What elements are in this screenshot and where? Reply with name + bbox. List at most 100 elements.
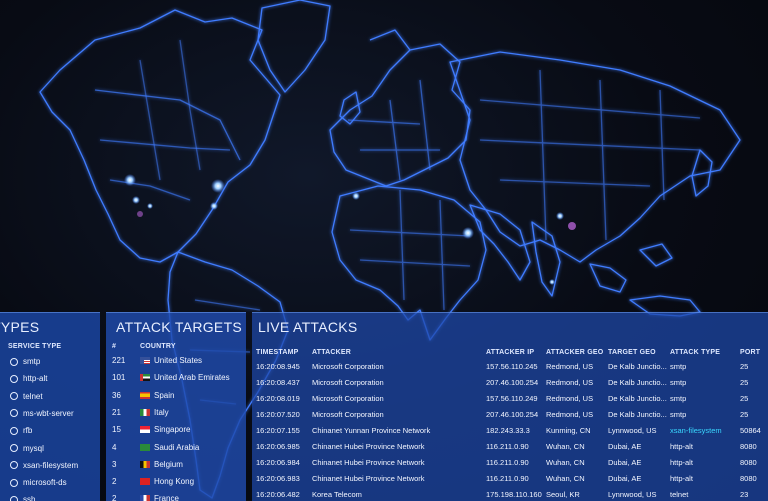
live-attacks-column-header: ATTACK TYPE xyxy=(670,349,721,356)
service-type-label: ssh xyxy=(23,495,36,501)
radio-icon[interactable] xyxy=(10,461,18,470)
attack-cell-ip: 116.211.0.90 xyxy=(486,458,529,467)
attack-cell-attacker: Chinanet Yunnan Province Network xyxy=(312,426,431,435)
target-row[interactable]: 4 Saudi Arabia xyxy=(112,443,199,452)
attack-cell-port: 8080 xyxy=(740,474,757,483)
attack-targets-panel: ATTACK TARGETS # COUNTRY 221 United State… xyxy=(106,312,246,501)
attack-cell-ip: 116.211.0.90 xyxy=(486,442,529,451)
attack-cell-port: 25 xyxy=(740,410,749,419)
target-row[interactable]: 2 Hong Kong xyxy=(112,477,194,486)
radio-icon[interactable] xyxy=(10,478,18,487)
attack-cell-attacker: Chinanet Hubei Province Network xyxy=(312,458,425,467)
live-attacks-column-header: ATTACKER GEO xyxy=(546,349,604,356)
attack-cell-ip: 157.56.110.249 xyxy=(486,394,538,403)
attack-row[interactable]: 16:20:06.983 Chinanet Hubei Province Netw… xyxy=(252,474,768,488)
flag-hk-icon xyxy=(140,478,150,486)
attack-cell-time: 16:20:06.985 xyxy=(256,442,300,451)
service-type-label: http-alt xyxy=(23,374,48,384)
attack-cell-type: smtp xyxy=(670,410,687,419)
attack-cell-type: telnet xyxy=(670,490,689,499)
radio-icon[interactable] xyxy=(10,392,18,401)
service-type-column-header: SERVICE TYPE xyxy=(8,343,62,350)
target-count: 15 xyxy=(112,425,121,435)
attack-cell-time: 16:20:06.983 xyxy=(256,474,300,483)
radio-icon[interactable] xyxy=(10,444,18,452)
attack-row[interactable]: 16:20:08.019 Microsoft Corporation 157.56.… xyxy=(252,394,768,408)
target-count: 21 xyxy=(112,407,121,417)
target-country: Singapore xyxy=(154,425,191,435)
attack-cell-tgeo: Lynnwood, US xyxy=(608,426,657,435)
service-type-label: rfb xyxy=(23,426,33,436)
target-country-header: COUNTRY xyxy=(140,343,176,350)
target-row[interactable]: 15 Singapore xyxy=(112,425,190,434)
attack-cell-type: smtp xyxy=(670,362,687,371)
target-row[interactable]: 2 France xyxy=(112,494,179,501)
target-country: Spain xyxy=(154,390,175,400)
target-country: Saudi Arabia xyxy=(154,442,200,452)
attack-cell-port: 8080 xyxy=(740,458,757,467)
attack-row[interactable]: 16:20:08.437 Microsoft Corporation 207.46.… xyxy=(252,378,768,392)
attack-cell-attacker: Microsoft Corporation xyxy=(312,378,384,387)
attack-cell-type: smtp xyxy=(670,394,687,403)
attack-cell-ip: 175.198.110.160 xyxy=(486,490,542,499)
target-count: 36 xyxy=(112,390,121,400)
live-attacks-panel: LIVE ATTACKS TIMESTAMP ATTACKER ATTACKER I… xyxy=(252,312,768,501)
radio-icon[interactable] xyxy=(10,495,18,501)
service-type-item[interactable]: mysql xyxy=(10,444,44,453)
target-count: 2 xyxy=(112,494,117,501)
attack-cell-attacker: Microsoft Corporation xyxy=(312,394,384,403)
target-country: Hong Kong xyxy=(154,477,195,487)
attack-cell-time: 16:20:07.155 xyxy=(256,426,300,435)
attack-cell-geo: Redmond, US xyxy=(546,394,594,403)
attack-cell-ip: 116.211.0.90 xyxy=(486,474,529,483)
service-type-item[interactable]: http-alt xyxy=(10,374,47,383)
attack-targets-title: ATTACK TARGETS xyxy=(116,319,243,335)
service-type-item[interactable]: xsan-filesystem xyxy=(10,461,78,470)
target-row[interactable]: 221 United States xyxy=(112,356,202,365)
asia-outline xyxy=(449,51,741,263)
live-attacks-column-header: TIMESTAMP xyxy=(256,349,299,356)
live-attacks-column-header: TARGET GEO xyxy=(608,349,656,356)
flag-sg-icon xyxy=(140,426,150,434)
attack-row[interactable]: 16:20:08.945 Microsoft Corporation 157.56.… xyxy=(252,362,768,376)
attack-cell-time: 16:20:08.945 xyxy=(256,362,300,371)
attack-cell-ip: 207.46.100.254 xyxy=(486,378,539,387)
radio-icon[interactable] xyxy=(10,426,18,435)
attack-row[interactable]: 16:20:06.984 Chinanet Hubei Province Netw… xyxy=(252,458,768,472)
live-attacks-column-header: ATTACKER IP xyxy=(486,349,535,356)
service-types-panel: TYPES SERVICE TYPE smtp http-alt telnet ms-… xyxy=(0,312,100,501)
radio-icon[interactable] xyxy=(10,357,18,366)
attack-cell-attacker: Microsoft Corporation xyxy=(312,362,384,371)
north-america-outline xyxy=(39,9,281,263)
target-row[interactable]: 36 Spain xyxy=(112,391,174,400)
target-count: 221 xyxy=(112,356,126,365)
service-type-item[interactable]: ms-wbt-server xyxy=(10,409,74,418)
attack-row[interactable]: 16:20:07.155 Chinanet Yunnan Province Net… xyxy=(252,426,768,440)
europe-outline xyxy=(329,43,471,187)
target-country: Italy xyxy=(154,407,169,417)
service-type-item[interactable]: telnet xyxy=(10,392,43,401)
attack-row[interactable]: 16:20:06.482 Korea Telecom 175.198.110.160… xyxy=(252,490,768,501)
attack-cell-tgeo: De Kalb Junctio... xyxy=(608,394,667,403)
service-type-item[interactable]: ssh xyxy=(10,495,35,501)
target-count: 4 xyxy=(112,442,117,452)
greenland-outline xyxy=(257,0,331,93)
radio-icon[interactable] xyxy=(10,409,18,418)
target-row[interactable]: 101 United Arab Emirates xyxy=(112,373,230,382)
target-row[interactable]: 21 Italy xyxy=(112,408,169,417)
service-type-item[interactable]: microsoft-ds xyxy=(10,478,67,487)
attack-cell-time: 16:20:08.019 xyxy=(256,394,300,403)
attack-cell-ip: 157.56.110.245 xyxy=(486,362,538,371)
attack-cell-port: 50864 xyxy=(740,426,761,435)
service-type-item[interactable]: smtp xyxy=(10,357,40,366)
service-type-label: xsan-filesystem xyxy=(23,460,79,470)
attack-cell-type: xsan-filesystem xyxy=(670,426,722,435)
attack-cell-geo: Kunming, CN xyxy=(546,426,591,435)
attack-row[interactable]: 16:20:06.985 Chinanet Hubei Province Netw… xyxy=(252,442,768,456)
service-type-item[interactable]: rfb xyxy=(10,426,32,435)
target-row[interactable]: 3 Belgium xyxy=(112,460,183,469)
flag-it-icon xyxy=(140,408,150,416)
attack-cell-geo: Wuhan, CN xyxy=(546,442,585,451)
radio-icon[interactable] xyxy=(10,374,18,383)
attack-row[interactable]: 16:20:07.520 Microsoft Corporation 207.46.… xyxy=(252,410,768,424)
